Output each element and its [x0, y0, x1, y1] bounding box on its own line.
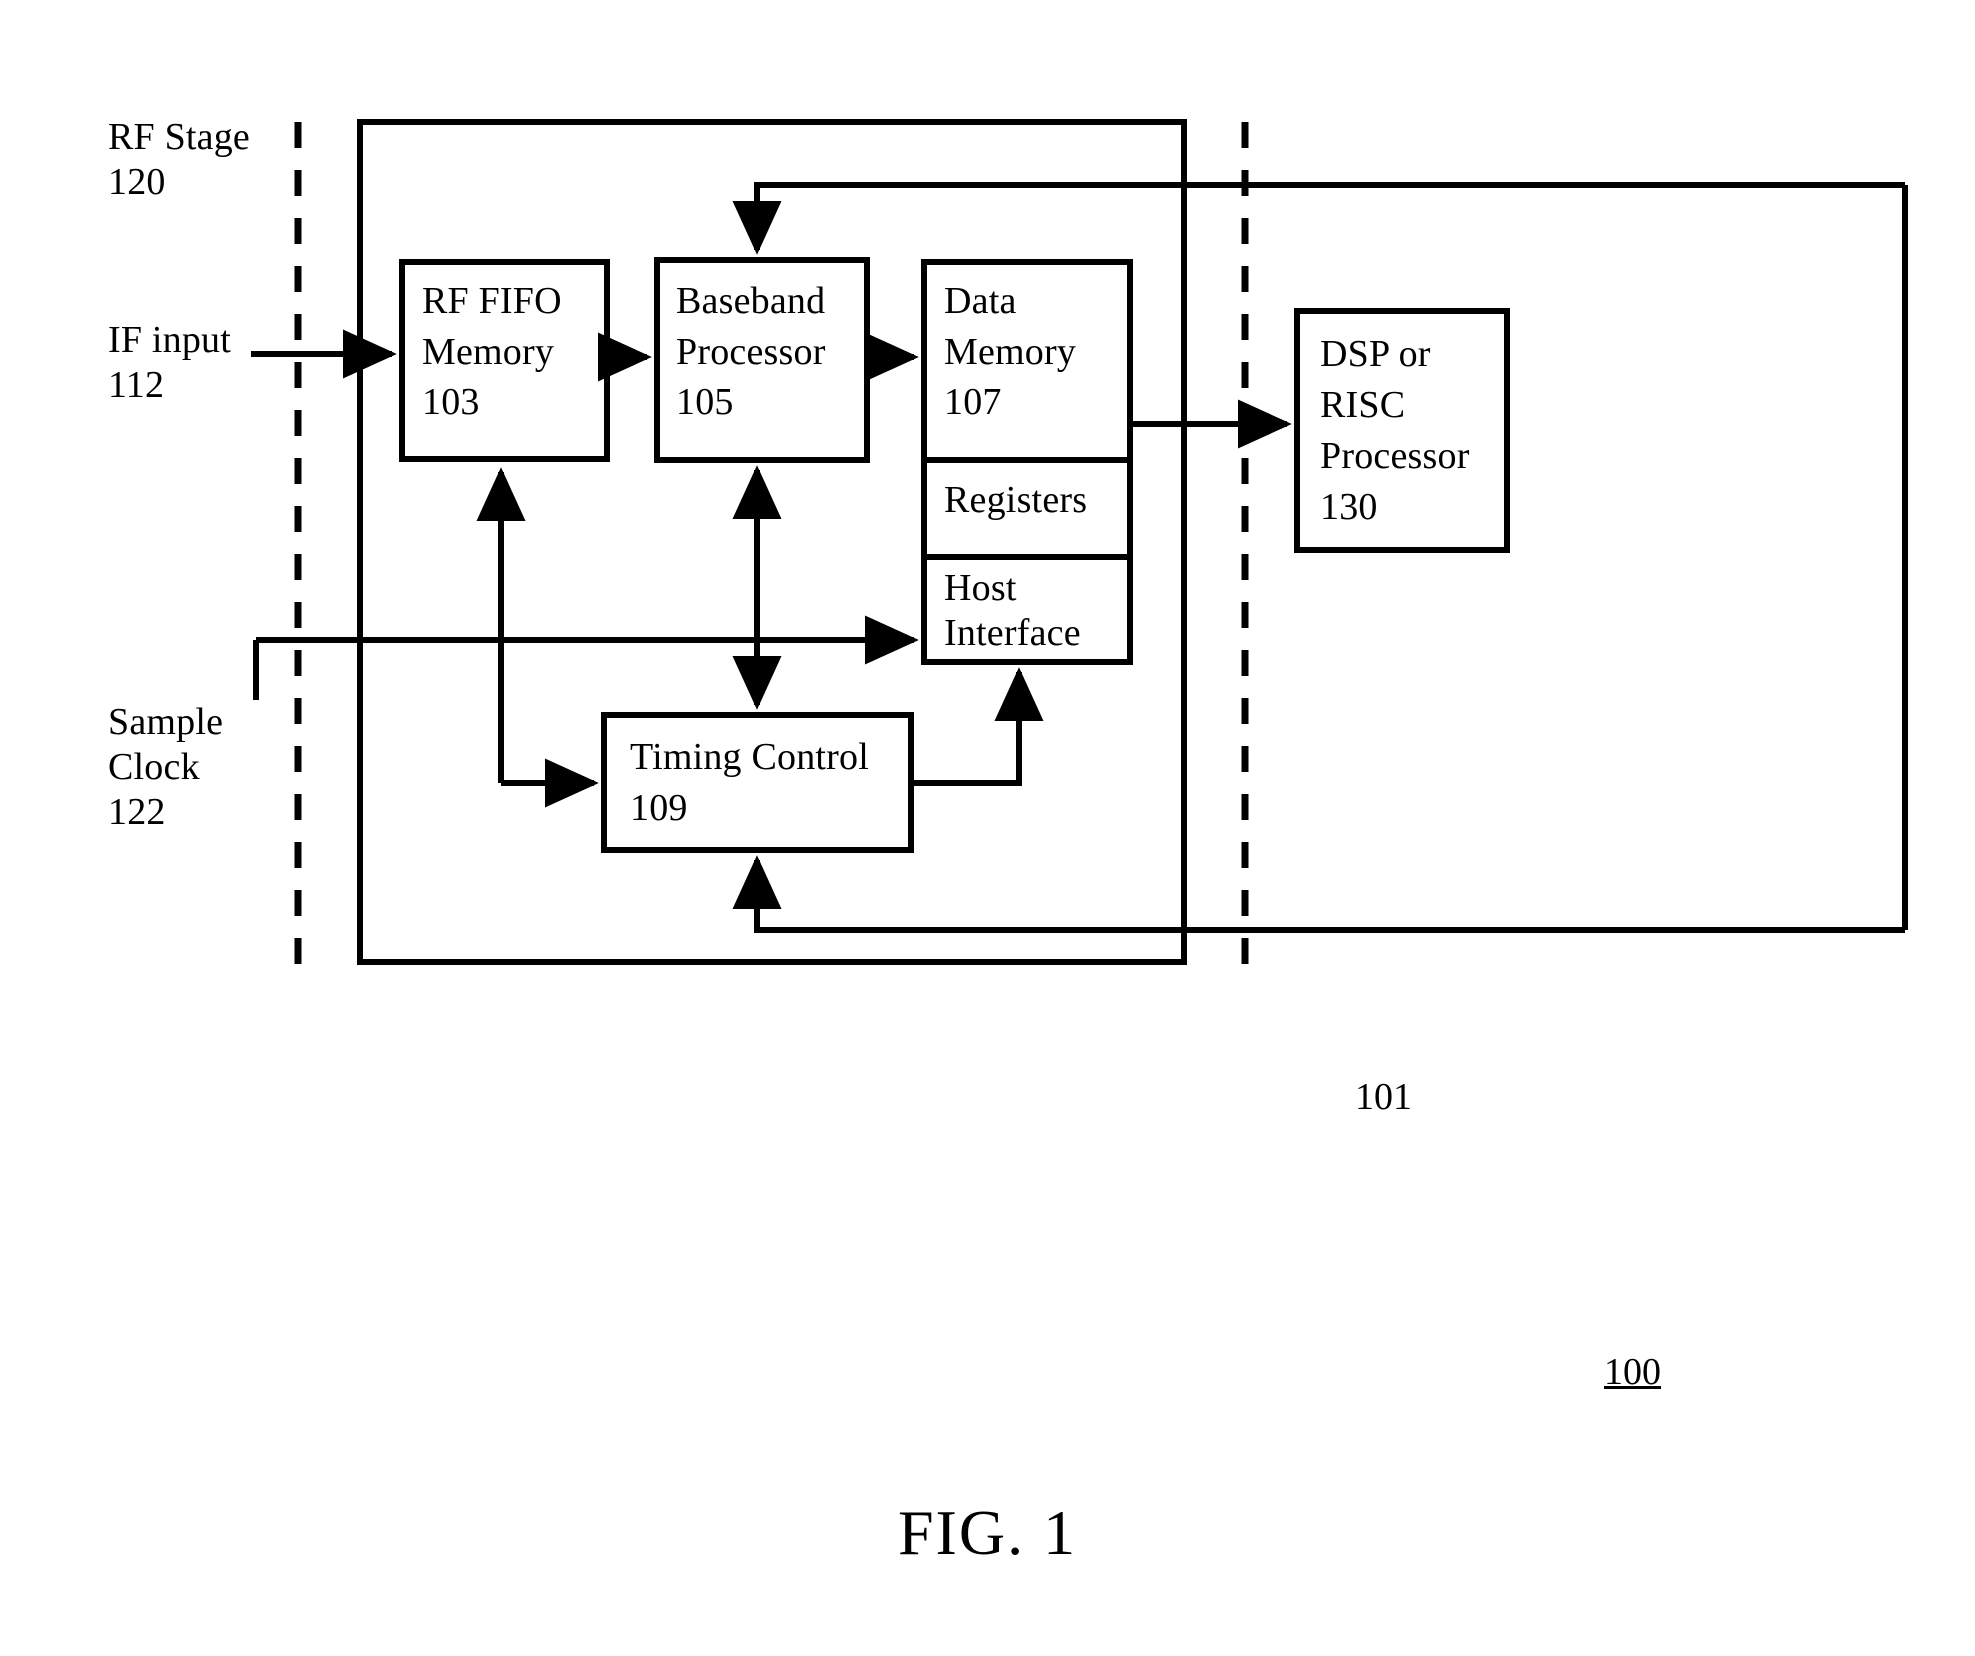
- arrow-dsp-to-timing-control: [732, 855, 1905, 933]
- patent-figure: RF Stage 120 IF input 112 Sample Clock 1…: [0, 0, 1975, 1656]
- label-sample-clock: Sample Clock 122: [108, 701, 224, 833]
- data-memory-label-line1: Data: [944, 280, 1017, 322]
- baseband-processor-label-line2: Processor: [676, 331, 826, 373]
- dsp-label-line3: Processor: [1320, 435, 1470, 477]
- timing-control-label-line1: Timing Control: [630, 736, 869, 778]
- arrow-feedback-into-baseband: [732, 182, 1905, 255]
- rf-fifo-memory-label-line1: RF FIFO: [422, 280, 562, 322]
- dsp-label-line2: RISC: [1320, 384, 1406, 426]
- registers-label: Registers: [944, 479, 1088, 521]
- figure-caption: FIG. 1: [897, 1497, 1078, 1568]
- dsp-label-line1: DSP or: [1320, 333, 1431, 375]
- rf-fifo-memory-label-line2: Memory: [422, 331, 555, 373]
- arrow-timing-control-to-host-interface: [911, 667, 1044, 786]
- data-memory-ref: 107: [944, 381, 1002, 423]
- timing-control-ref: 109: [630, 787, 688, 829]
- chip-ref-101: 101: [1355, 1076, 1412, 1118]
- data-memory-label-line2: Memory: [944, 331, 1077, 373]
- system-ref-100: 100: [1604, 1351, 1661, 1393]
- host-interface-label-line2: Interface: [944, 612, 1081, 654]
- dsp-ref: 130: [1320, 486, 1378, 528]
- label-if-input: IF input 112: [108, 319, 232, 406]
- rf-fifo-memory-ref: 103: [422, 381, 480, 423]
- host-interface-label-line1: Host: [944, 567, 1017, 609]
- baseband-processor-label-line1: Baseband: [676, 280, 826, 322]
- baseband-processor-ref: 105: [676, 381, 734, 423]
- label-rf-stage: RF Stage 120: [108, 116, 251, 203]
